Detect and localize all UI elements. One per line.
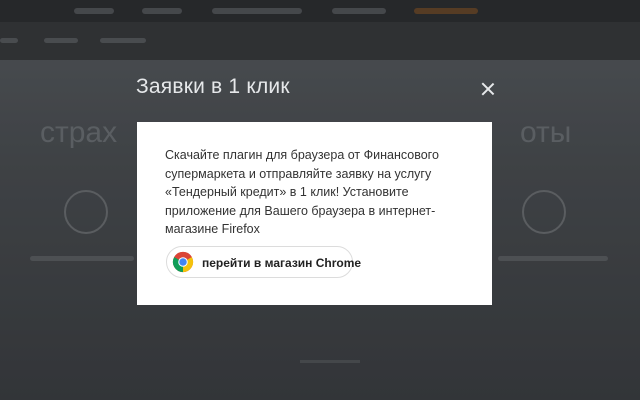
modal-dialog: Скачайте плагин для браузера от Финансов…: [137, 122, 492, 305]
chrome-store-button[interactable]: перейти в магазин Chrome: [166, 246, 361, 278]
modal-title: Заявки в 1 клик: [136, 75, 290, 98]
modal-body-text: Скачайте плагин для браузера от Финансов…: [165, 148, 439, 236]
chrome-icon: [172, 251, 194, 273]
close-icon[interactable]: [478, 79, 498, 99]
chrome-store-button-label: перейти в магазин Chrome: [202, 256, 362, 270]
